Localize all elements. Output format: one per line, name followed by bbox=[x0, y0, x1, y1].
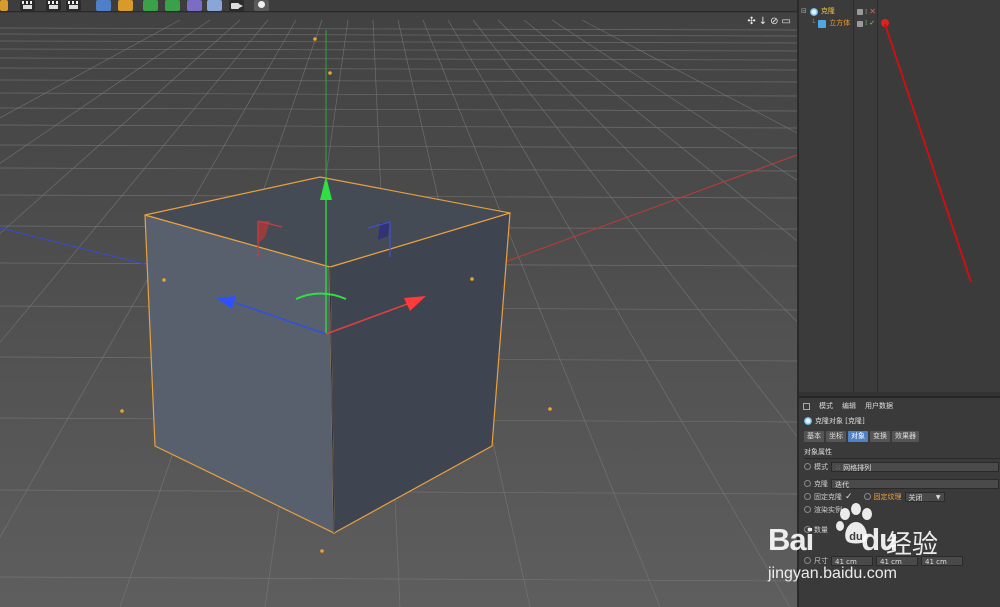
spline-pen-icon[interactable] bbox=[118, 0, 133, 11]
tab-coordinates[interactable]: 坐标 bbox=[826, 431, 846, 442]
move-view-icon[interactable]: ✣ bbox=[747, 17, 755, 27]
nurbs-icon[interactable] bbox=[143, 0, 158, 11]
keyframe-radio[interactable] bbox=[804, 480, 811, 487]
dolly-view-icon[interactable]: ↓ bbox=[759, 17, 767, 27]
mode-value: 网格排列 bbox=[843, 463, 872, 472]
tab-transform[interactable]: 变换 bbox=[870, 431, 890, 442]
mograph-icon[interactable] bbox=[165, 0, 180, 11]
render-to-picture-viewer-icon[interactable] bbox=[46, 0, 61, 11]
light-bulb-icon[interactable] bbox=[254, 0, 269, 11]
keyframe-radio[interactable] bbox=[863, 493, 871, 500]
tab-object[interactable]: 对象 bbox=[848, 431, 868, 442]
deformer-icon[interactable] bbox=[187, 0, 202, 11]
main-toolbar bbox=[0, 0, 797, 12]
watermark-brand-cn: 经验 bbox=[886, 530, 939, 560]
watermark-url: jingyan.baidu.com bbox=[768, 565, 897, 582]
undo-icon[interactable] bbox=[0, 0, 8, 11]
menu-grid-icon[interactable] bbox=[803, 403, 810, 410]
menu-mode[interactable]: 模式 bbox=[819, 400, 833, 412]
object-manager: ⊟ 克隆 ⁞ ✕ └ 立方体 ⁞ ✓ bbox=[799, 0, 1000, 392]
render-settings-icon[interactable] bbox=[66, 0, 81, 11]
section-object-properties: 对象属性 bbox=[804, 447, 1000, 459]
rotate-view-icon[interactable]: ⊘ bbox=[770, 17, 778, 27]
mode-dropdown[interactable]: ⁙ 网格排列 bbox=[831, 461, 999, 472]
viewport-navigation: ✣ ↓ ⊘ ▭ bbox=[747, 17, 791, 27]
menu-edit[interactable]: 编辑 bbox=[842, 400, 856, 412]
tab-basic[interactable]: 基本 bbox=[804, 431, 824, 442]
keyframe-radio[interactable] bbox=[804, 463, 811, 470]
annotation-line bbox=[884, 23, 972, 283]
render-active-view-icon[interactable] bbox=[20, 0, 35, 11]
clone-row: 克隆 迭代 bbox=[804, 478, 999, 489]
mode-label: 模式 bbox=[814, 462, 828, 471]
cloner-icon bbox=[804, 417, 812, 425]
mode-row: 模式 ⁙ 网格排列 bbox=[804, 461, 999, 472]
cube-icon[interactable] bbox=[96, 0, 111, 11]
clone-dropdown[interactable]: 迭代 bbox=[831, 478, 999, 489]
maximize-view-icon[interactable]: ▭ bbox=[782, 17, 791, 27]
baidu-paw-icon: du bbox=[836, 503, 872, 544]
camera-icon[interactable] bbox=[229, 0, 244, 11]
baidu-jingyan-watermark: Bai du du 经验 jingyan.baidu.com bbox=[768, 500, 1000, 600]
menu-user-data[interactable]: 用户数据 bbox=[865, 400, 893, 412]
floor-grid-icon[interactable] bbox=[207, 0, 222, 11]
grid-array-icon: ⁙ bbox=[835, 463, 844, 472]
attribute-menu-bar: 模式 编辑 用户数据 bbox=[799, 400, 1000, 412]
tab-effectors[interactable]: 效果器 bbox=[892, 431, 919, 442]
viewport-canvas bbox=[0, 13, 797, 607]
clone-label: 克隆 bbox=[814, 479, 828, 488]
attribute-tabs: 基本 坐标 对象 变换 效果器 bbox=[804, 431, 919, 442]
perspective-viewport[interactable]: ✣ ↓ ⊘ ▭ bbox=[0, 13, 797, 607]
attribute-title: 克隆对象 [克隆] bbox=[804, 416, 865, 426]
attribute-title-text: 克隆对象 [克隆] bbox=[815, 417, 865, 425]
keyframe-radio[interactable] bbox=[804, 493, 811, 500]
svg-text:du: du bbox=[849, 531, 862, 543]
